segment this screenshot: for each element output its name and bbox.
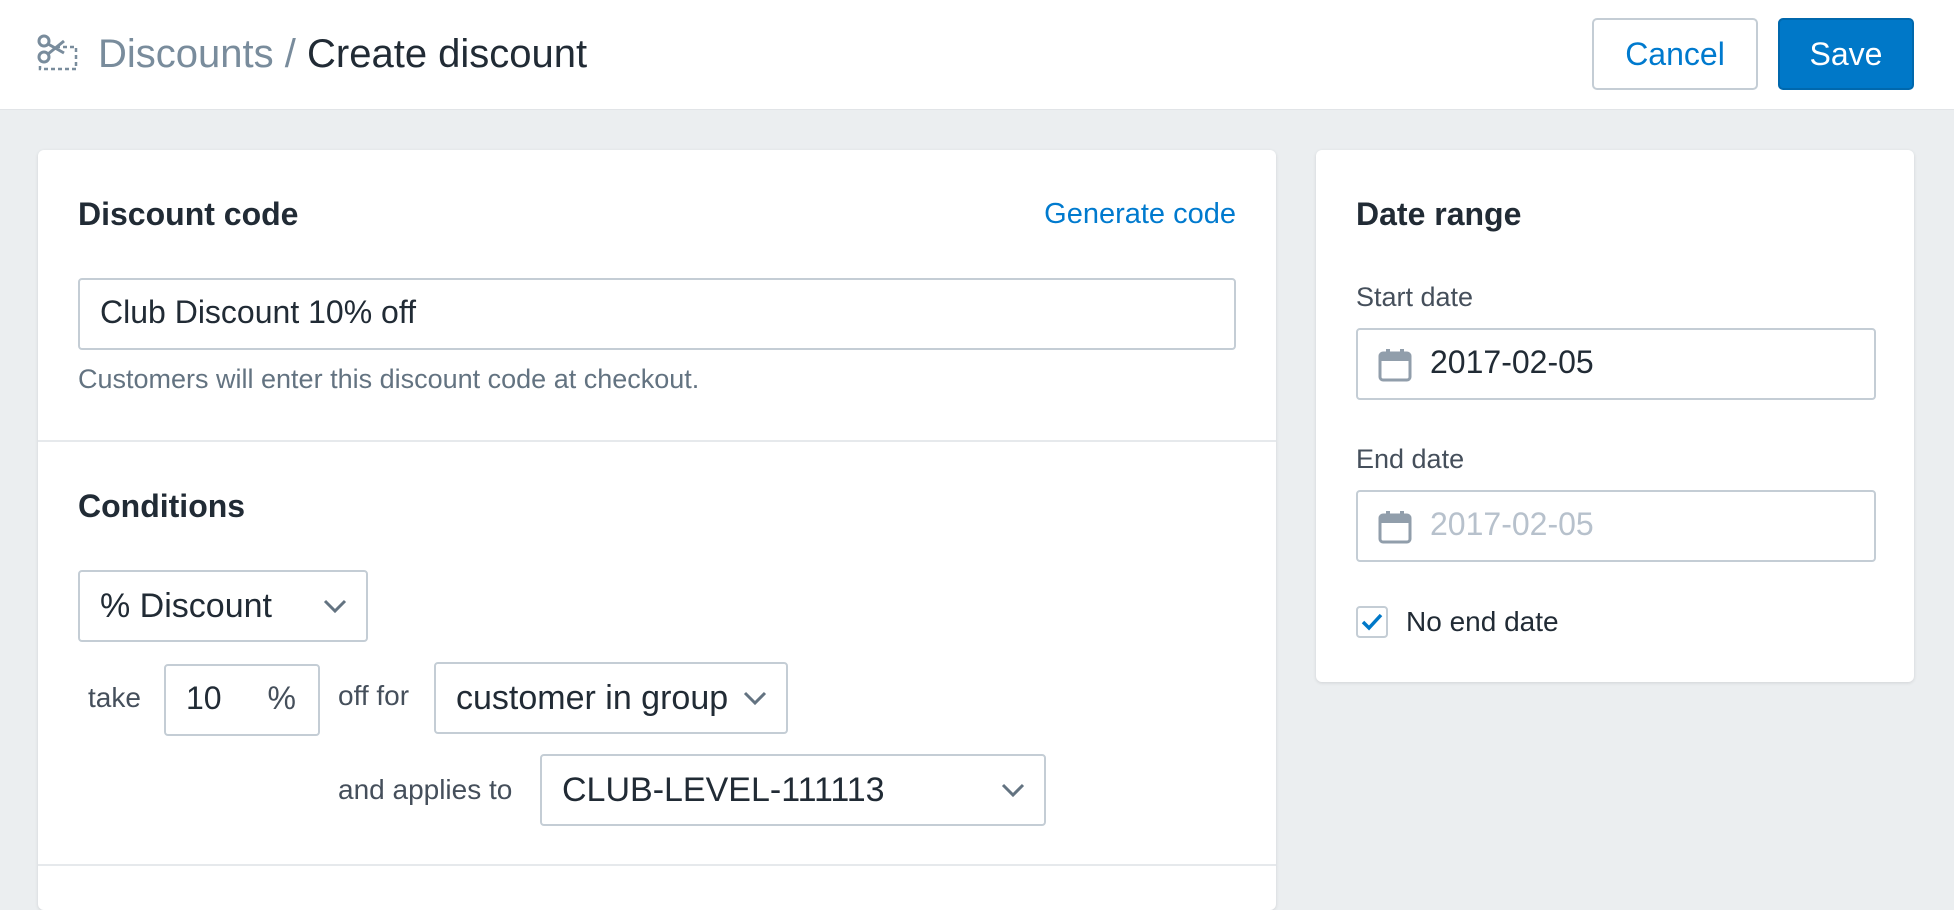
discount-type-value: % Discount <box>100 586 272 625</box>
top-bar: Discounts / Create discount Cancel Save <box>0 0 1954 110</box>
scissors-icon <box>37 34 78 71</box>
start-date-value: 2017-02-05 <box>1430 344 1594 380</box>
calendar-icon <box>1378 349 1412 382</box>
off-for-label: off for <box>338 680 410 711</box>
discount-code-heading: Discount code <box>78 196 299 232</box>
cancel-button[interactable]: Cancel <box>1592 18 1758 90</box>
start-date-label: Start date <box>1356 282 1474 312</box>
breadcrumb-discounts-link[interactable]: Discounts <box>98 32 274 76</box>
discount-code-value: Club Discount 10% off <box>100 294 417 330</box>
save-button[interactable]: Save <box>1778 18 1914 90</box>
conditions-heading: Conditions <box>78 488 246 524</box>
chevron-down-icon <box>323 599 347 614</box>
date-range-card: Date range Start date 2017-02-05 End dat… <box>1316 150 1914 682</box>
end-date-input[interactable]: 2017-02-05 <box>1356 490 1876 562</box>
discount-form-card: Discount code Generate code Club Discoun… <box>38 150 1276 910</box>
section-divider <box>38 864 1276 866</box>
customer-group-select[interactable]: CLUB-LEVEL-111113 <box>540 754 1046 826</box>
no-end-date-label[interactable]: No end date <box>1406 606 1559 638</box>
page-title: Create discount <box>307 32 588 76</box>
chevron-down-icon <box>743 691 767 706</box>
discount-amount-input[interactable]: 10 % <box>164 664 320 736</box>
breadcrumb: Discounts / Create discount <box>98 26 587 82</box>
chevron-down-icon <box>1001 783 1025 798</box>
audience-select[interactable]: customer in group <box>434 662 788 734</box>
calendar-icon <box>1378 511 1412 544</box>
start-date-input[interactable]: 2017-02-05 <box>1356 328 1876 400</box>
take-label: take <box>88 682 141 713</box>
date-range-heading: Date range <box>1356 196 1522 232</box>
discount-code-help: Customers will enter this discount code … <box>78 364 700 394</box>
end-date-label: End date <box>1356 444 1465 474</box>
breadcrumb-separator: / <box>284 32 296 76</box>
checkmark-icon <box>1361 613 1383 631</box>
no-end-date-checkbox[interactable] <box>1356 606 1388 638</box>
percent-unit: % <box>267 680 296 716</box>
section-divider <box>38 440 1276 442</box>
customer-group-value: CLUB-LEVEL-111113 <box>562 770 885 809</box>
applies-to-label: and applies to <box>338 774 513 805</box>
discount-amount-value: 10 <box>186 680 222 716</box>
audience-value: customer in group <box>456 678 729 717</box>
generate-code-link[interactable]: Generate code <box>1044 198 1236 231</box>
discount-type-select[interactable]: % Discount <box>78 570 368 642</box>
discount-code-input[interactable]: Club Discount 10% off <box>78 278 1236 350</box>
end-date-placeholder: 2017-02-05 <box>1430 506 1594 542</box>
